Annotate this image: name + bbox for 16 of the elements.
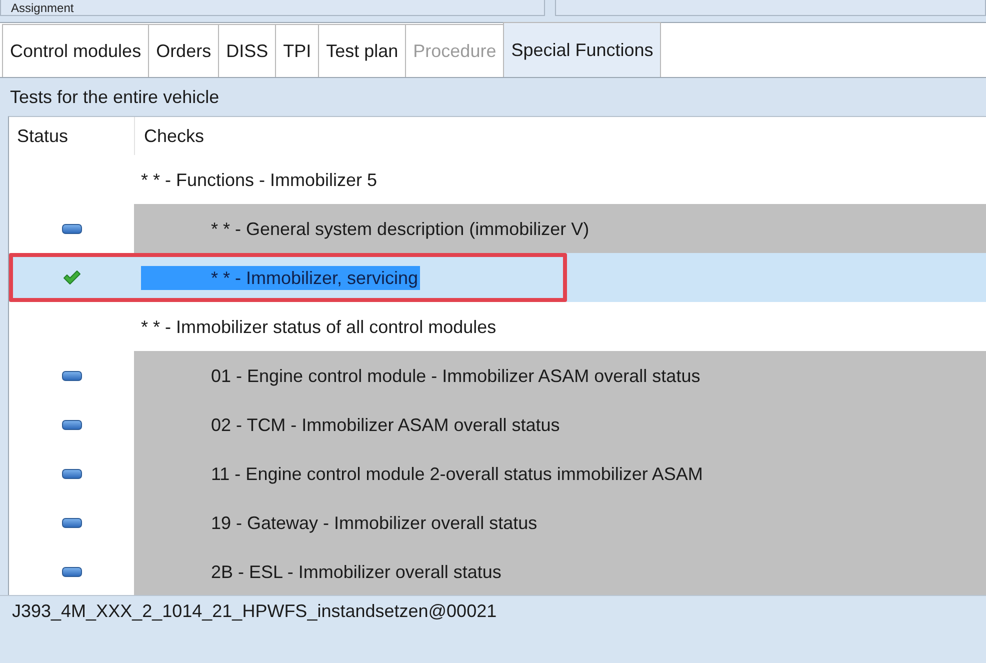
- check-label: * * - Functions - Immobilizer 5: [141, 168, 378, 192]
- check-label: 01 - Engine control module - Immobilizer ASAM overall status: [211, 364, 700, 388]
- file-name: J393_4M_XXX_2_1014_21_HPWFS_instandsetzen@00021: [12, 601, 497, 621]
- tab[interactable]: Special Functions: [503, 22, 662, 77]
- check-label: * * - Immobilizer status of all control modules: [141, 316, 496, 338]
- panel-title: Assignment: [11, 0, 74, 14]
- check-label: 19 - Gateway - Immobilizer overall status: [211, 512, 538, 534]
- column-header[interactable]: Status: [9, 117, 134, 155]
- table-row[interactable]: * * - Immobilizer, servicing: [9, 253, 986, 302]
- section-title: Tests for the entire vehicle: [10, 86, 220, 108]
- check-label: 11 - Engine control module 2-overall status immobilizer ASAM: [211, 462, 703, 486]
- check-label: * * - Immobilizer, servicing: [141, 266, 420, 290]
- tab[interactable]: Control modules: [2, 24, 150, 77]
- check-label: * * - General system description (immobilizer V): [211, 218, 590, 240]
- check-label: 02 - TCM - Immobilizer ASAM overall status: [211, 414, 560, 436]
- check-label: 2B - ESL - Immobilizer overall status: [211, 560, 502, 584]
